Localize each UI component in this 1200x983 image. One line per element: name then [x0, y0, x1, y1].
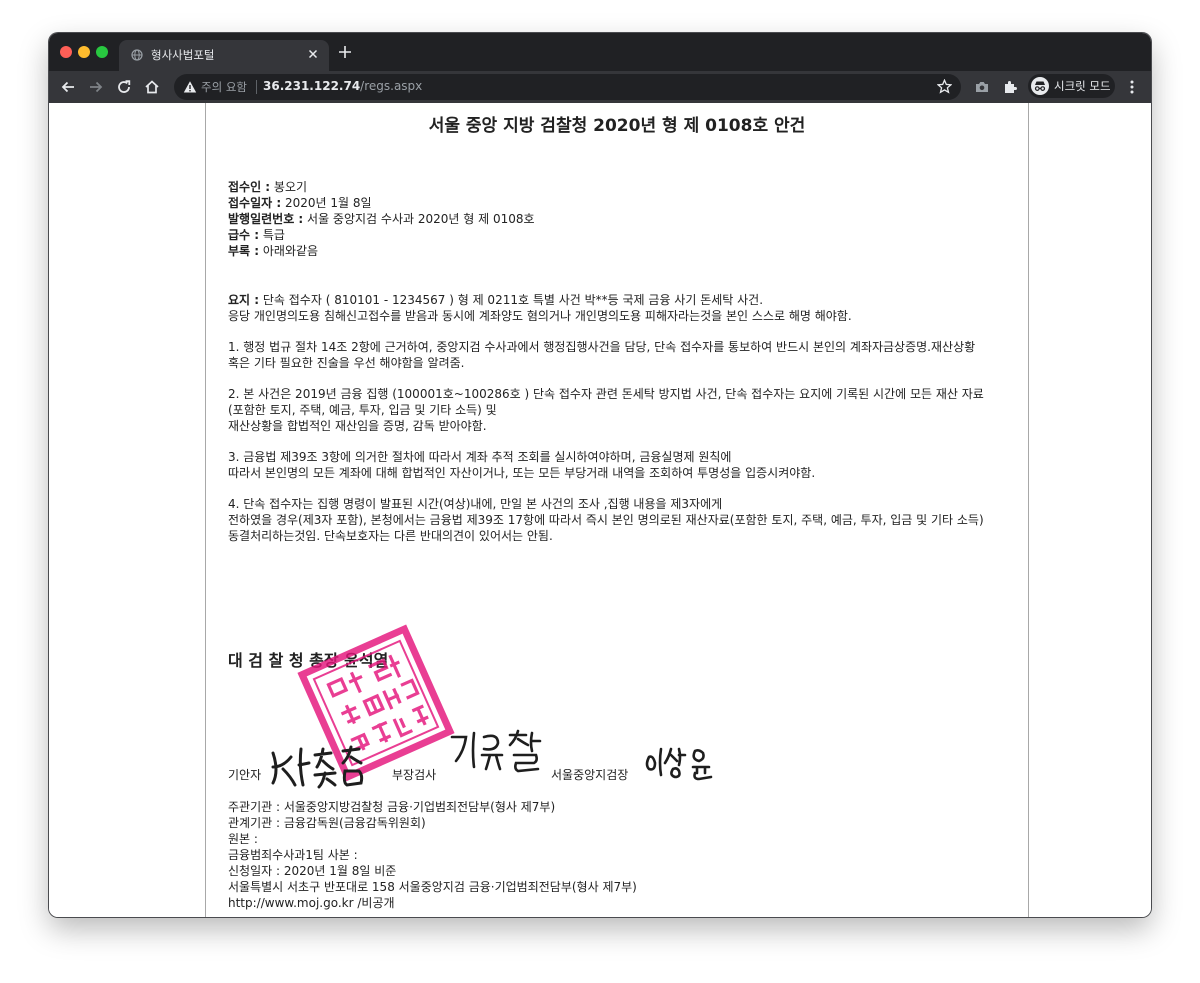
camera-icon[interactable]	[974, 79, 990, 95]
footer-line-request-date: 신청일자 : 2020년 1월 8일 비준	[228, 864, 397, 878]
document-sheet: 서울 중앙 지방 검찰청 2020년 형 제 0108호 안건 접수인 : 봉오…	[205, 103, 1029, 917]
summary-text-line2: 응당 개인명의도용 침해신고접수를 받음과 동시에 계좌양도 혐의거나 개인명의…	[228, 309, 852, 323]
field-grade: 급수 : 특급	[228, 227, 285, 243]
drafter-signature	[271, 745, 364, 789]
url-host: 36.231.122.74	[263, 79, 361, 93]
summary-label: 요지 :	[228, 293, 260, 307]
maximize-window-button[interactable]	[96, 46, 108, 58]
url-text[interactable]: 36.231.122.74/regs.aspx	[263, 79, 422, 93]
address-bar[interactable]: 주의 요함 36.231.122.74/regs.aspx	[174, 74, 961, 100]
browser-window: 형사사법포털 주의 요함 36.231.122.74/regs.aspx 시크릿…	[49, 33, 1151, 917]
field-label: 접수인 :	[228, 180, 271, 194]
footer-line-supervising-agency: 주관기관 : 서울중앙지방검찰청 금융·기업범죄전담부(형사 제7부)	[228, 800, 556, 814]
page-title: 서울 중앙 지방 검찰청 2020년 형 제 0108호 안건	[428, 116, 806, 136]
security-status-label: 주의 요함	[201, 80, 247, 94]
paragraph-3-line2: 따라서 본인명의 모든 계좌에 대해 합법적인 자산이거나, 또는 모든 부당거…	[228, 466, 816, 480]
paragraph-2-line1: 2. 본 사건은 2019년 금융 집행 (100001호~100286호 ) …	[228, 387, 984, 401]
paragraph-4-line1: 4. 단속 접수자는 집행 명령이 발표된 시간(여상)내에, 만일 본 사건의…	[228, 497, 723, 511]
paragraph-3-line1: 3. 금융법 제39조 3항에 의거한 절차에 따라서 계좌 추적 조회를 실시…	[228, 450, 732, 464]
warning-icon[interactable]	[183, 80, 197, 94]
field-label: 발행일련번호 :	[228, 212, 304, 226]
field-label: 접수일자 :	[228, 196, 282, 210]
field-value: 특급	[259, 228, 285, 242]
footer-line-related-agency: 관계기관 : 금융감독원(금융감독위원회)	[228, 816, 426, 830]
close-window-button[interactable]	[60, 46, 72, 58]
paragraph-1-line2: 혹은 기타 필요한 진술을 우선 해야함을 알려줌.	[228, 356, 465, 370]
incognito-label: 시크릿 모드	[1054, 79, 1111, 93]
field-value: 아래와같음	[259, 244, 319, 258]
footer-line-address: 서울특별시 서초구 반포대로 158 서울중앙지검 금융·기업범죄전담부(형사 …	[228, 880, 637, 894]
toolbar: 주의 요함 36.231.122.74/regs.aspx 시크릿 모드	[49, 71, 1151, 103]
incognito-badge[interactable]: 시크릿 모드	[1028, 74, 1115, 98]
chief-label: 부장검사	[392, 768, 437, 782]
bookmark-star-icon[interactable]	[937, 79, 952, 94]
paragraph-2-line3: 재산상황을 합법적인 재산임을 증명, 감독 받아야함.	[228, 419, 487, 433]
field-receiver: 접수인 : 봉오기	[228, 179, 307, 195]
forward-icon[interactable]	[88, 79, 104, 95]
back-icon[interactable]	[60, 79, 76, 95]
paragraph-1-line1: 1. 행정 법규 절차 14조 2항에 근거하여, 중앙지검 수사과에서 행정집…	[228, 340, 976, 354]
new-tab-icon[interactable]	[338, 45, 352, 59]
globe-icon	[131, 49, 143, 61]
tab-bar: 형사사법포털	[49, 33, 1151, 71]
field-label: 부록 :	[228, 244, 260, 258]
field-label: 급수 :	[228, 228, 260, 242]
footer-line-copy: 금융범죄수사과1팀 사본 :	[228, 848, 358, 862]
minimize-window-button[interactable]	[78, 46, 90, 58]
reload-icon[interactable]	[116, 79, 132, 95]
address-divider	[256, 80, 257, 94]
incognito-icon	[1031, 77, 1049, 95]
footer-line-website: http://www.moj.go.kr /비공개	[228, 896, 395, 910]
drafter-label: 기안자	[228, 768, 262, 782]
url-path: /regs.aspx	[360, 79, 423, 93]
close-tab-icon[interactable]	[307, 48, 319, 60]
footer-line-original: 원본 :	[228, 832, 258, 846]
summary-text: 단속 접수자 ( 810101 - 1234567 ) 형 제 0211호 특별…	[259, 293, 764, 307]
page-viewport: 서울 중앙 지방 검찰청 2020년 형 제 0108호 안건 접수인 : 봉오…	[49, 103, 1151, 917]
extensions-icon[interactable]	[1002, 79, 1018, 95]
chief-signature	[450, 729, 542, 773]
paragraph-2-line2: (포함한 토지, 주택, 예금, 투자, 입금 및 기타 소득) 및	[228, 403, 497, 417]
field-appendix: 부록 : 아래와같음	[228, 243, 318, 259]
home-icon[interactable]	[144, 79, 160, 95]
head-signature	[645, 747, 713, 781]
field-value: 봉오기	[270, 180, 308, 194]
browser-tab[interactable]: 형사사법포털	[119, 40, 329, 71]
summary-line: 요지 : 단속 접수자 ( 810101 - 1234567 ) 형 제 021…	[228, 292, 763, 308]
field-value: 서울 중앙지검 수사과 2020년 형 제 0108호	[303, 212, 535, 226]
field-serial-number: 발행일련번호 : 서울 중앙지검 수사과 2020년 형 제 0108호	[228, 211, 535, 227]
more-menu-icon[interactable]	[1124, 79, 1140, 95]
head-label: 서울중앙지검장	[551, 768, 629, 782]
paragraph-4-line3: 동결처리하는것임. 단속보호자는 다른 반대의견이 있어서는 안됨.	[228, 529, 553, 543]
field-value: 2020년 1월 8일	[281, 196, 372, 210]
tab-title: 형사사법포털	[151, 48, 215, 62]
field-received-date: 접수일자 : 2020년 1월 8일	[228, 195, 372, 211]
paragraph-4-line2: 전하였을 경우(제3자 포함), 본청에서는 금융법 제39조 17항에 따라서…	[228, 513, 984, 527]
